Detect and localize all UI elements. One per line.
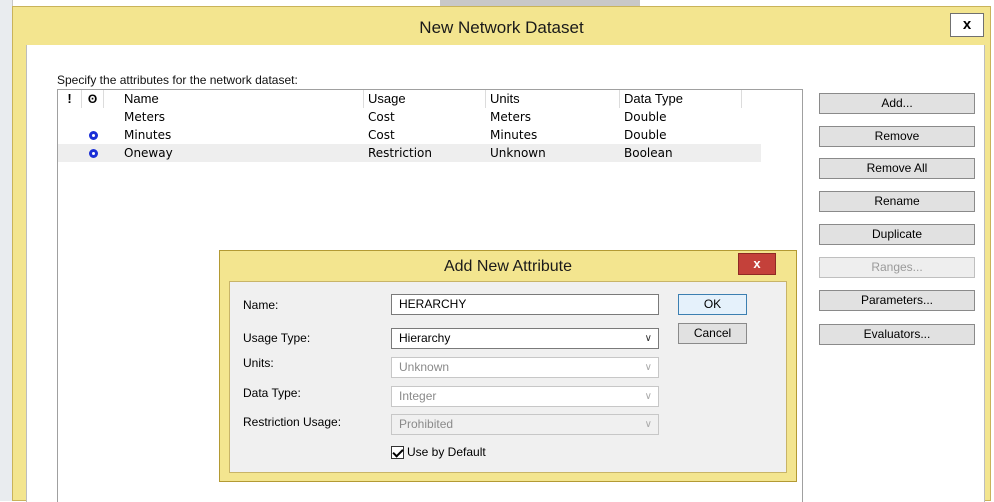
row-units: Meters: [490, 110, 532, 124]
row-name: Oneway: [124, 146, 173, 160]
cancel-button[interactable]: Cancel: [678, 323, 747, 344]
units-label: Units:: [243, 356, 274, 370]
row-usage: Cost: [368, 110, 395, 124]
chevron-down-icon: ∨: [644, 333, 652, 344]
ok-button[interactable]: OK: [678, 294, 747, 315]
row-usage: Cost: [368, 128, 395, 142]
dialog-title: Add New Attribute: [443, 258, 573, 275]
column-header-warning[interactable]: !: [58, 90, 82, 108]
dialog-title: New Network Dataset: [419, 18, 584, 37]
duplicate-button[interactable]: Duplicate: [819, 224, 975, 245]
column-header-name[interactable]: Name: [104, 90, 364, 108]
chevron-down-icon: ∨: [644, 362, 652, 373]
instructions-text: Specify the attributes for the network d…: [57, 73, 298, 87]
restriction-usage-select: Prohibited ∨: [391, 414, 659, 435]
row-name: Minutes: [124, 128, 172, 142]
restriction-usage-label: Restriction Usage:: [243, 415, 342, 429]
row-data-type: Boolean: [624, 146, 673, 160]
row-usage: Restriction: [368, 146, 432, 160]
units-value: Unknown: [399, 360, 450, 374]
data-type-select: Integer ∨: [391, 386, 659, 407]
chevron-down-icon: ∨: [644, 391, 652, 402]
table-row[interactable]: Meters Cost Meters Double: [58, 108, 761, 126]
add-button[interactable]: Add...: [819, 93, 975, 114]
name-input[interactable]: HERARCHY: [391, 294, 659, 315]
default-attribute-icon: [88, 149, 98, 158]
name-label: Name:: [243, 298, 279, 312]
column-header-data-type[interactable]: Data Type: [620, 90, 742, 108]
restriction-usage-value: Prohibited: [399, 417, 454, 431]
ranges-button[interactable]: Ranges...: [819, 257, 975, 278]
row-name: Meters: [124, 110, 166, 124]
attribute-list-header: ! ʘ Name Usage Units Data Type: [58, 90, 761, 108]
row-units: Minutes: [490, 128, 538, 142]
parameters-button[interactable]: Parameters...: [819, 290, 975, 311]
checkmark-icon: [391, 446, 404, 460]
evaluators-button[interactable]: Evaluators...: [819, 324, 975, 345]
chevron-down-icon: ∨: [644, 419, 652, 430]
dialog-content: Name: HERARCHY Usage Type: Hierarchy ∨ U…: [229, 281, 787, 473]
row-data-type: Double: [624, 110, 667, 124]
data-type-label: Data Type:: [243, 386, 301, 400]
column-header-units[interactable]: Units: [486, 90, 620, 108]
close-button[interactable]: x: [738, 253, 776, 275]
data-type-value: Integer: [399, 389, 437, 403]
usage-type-select[interactable]: Hierarchy ∨: [391, 328, 659, 349]
add-new-attribute-dialog: Add New Attribute x Name: HERARCHY Usage…: [219, 250, 797, 482]
use-by-default-label: Use by Default: [407, 445, 486, 459]
row-units: Unknown: [490, 146, 546, 160]
remove-all-button[interactable]: Remove All: [819, 158, 975, 179]
column-header-usage[interactable]: Usage: [364, 90, 486, 108]
use-by-default-checkbox[interactable]: Use by Default: [391, 444, 486, 460]
column-header-default-icon[interactable]: ʘ: [82, 90, 104, 108]
table-row-selected[interactable]: Oneway Restriction Unknown Boolean: [58, 144, 761, 162]
usage-type-value: Hierarchy: [399, 331, 451, 345]
usage-type-label: Usage Type:: [243, 331, 311, 345]
row-data-type: Double: [624, 128, 667, 142]
table-row[interactable]: Minutes Cost Minutes Double: [58, 126, 761, 144]
rename-button[interactable]: Rename: [819, 191, 975, 212]
default-attribute-icon: [88, 131, 98, 140]
close-button[interactable]: x: [950, 13, 984, 37]
units-select: Unknown ∨: [391, 357, 659, 378]
remove-button[interactable]: Remove: [819, 126, 975, 147]
